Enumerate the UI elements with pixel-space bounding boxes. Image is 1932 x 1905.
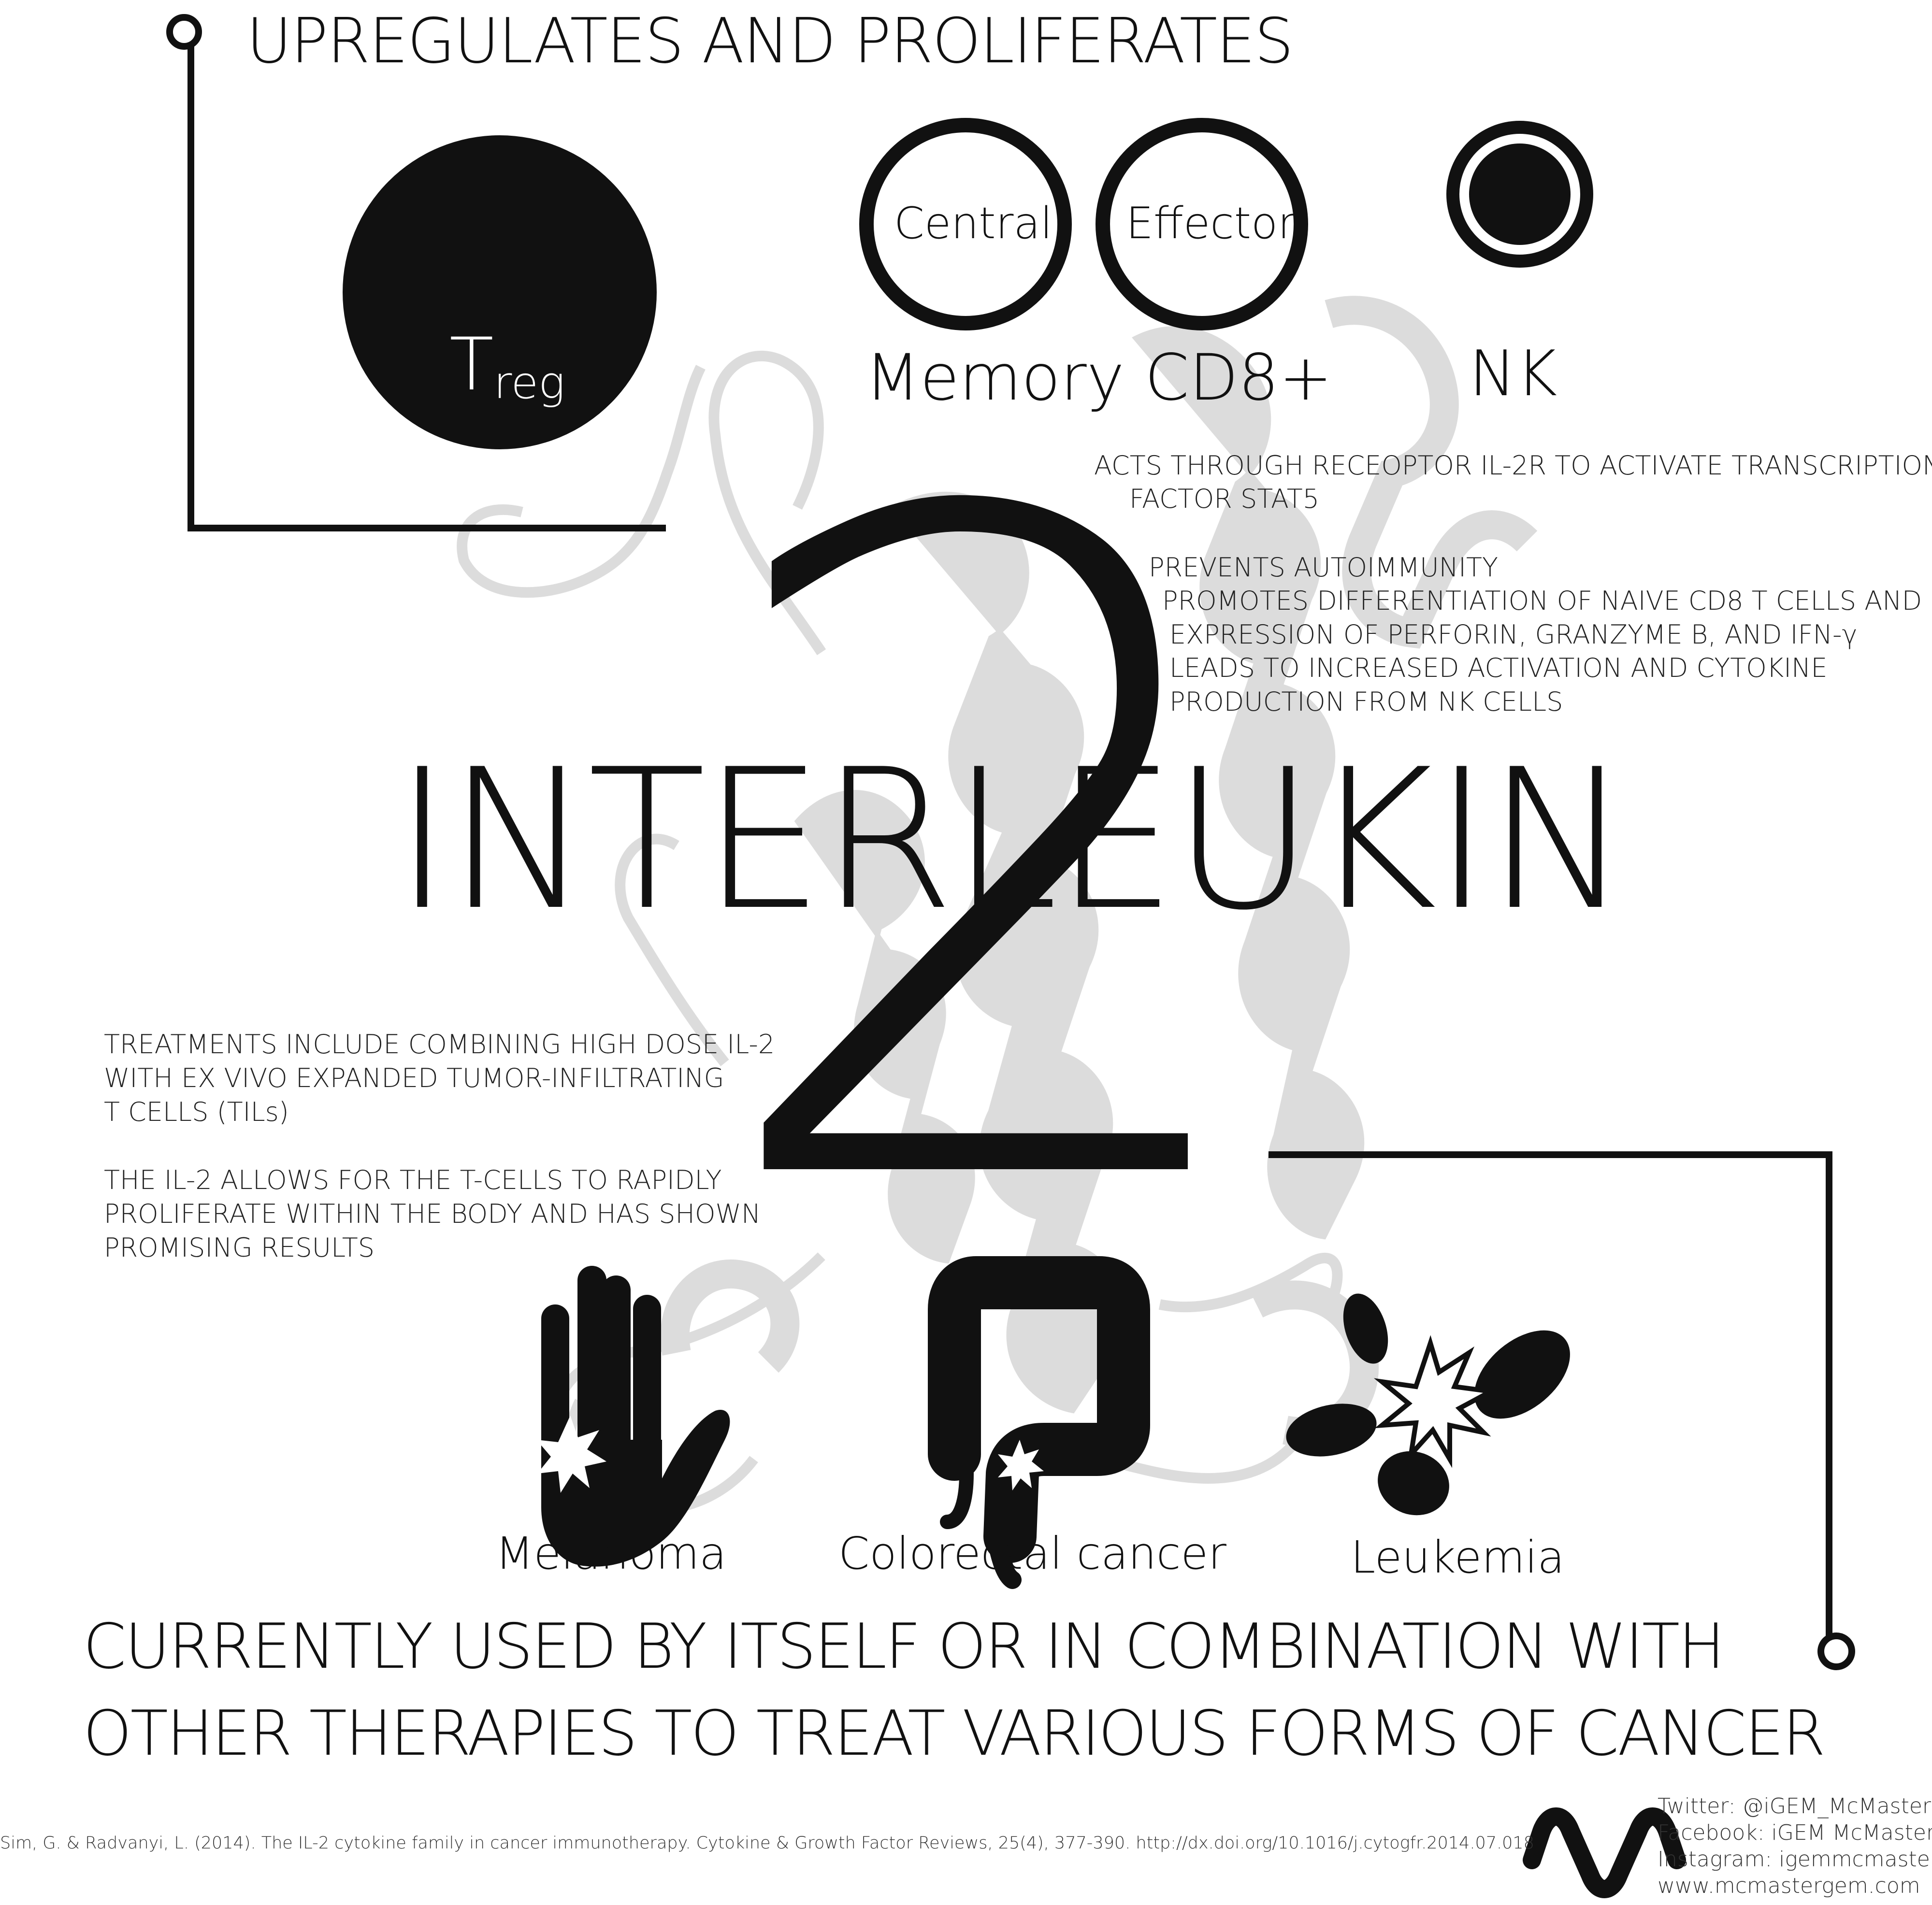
mechanism-line-6: LEADS TO INCREASED ACTIVATION AND CYTOKI… xyxy=(1169,653,1828,683)
headline-bottom-line-1: CURRENTLY USED BY ITSELF OR IN COMBINATI… xyxy=(83,1611,1725,1683)
mechanism-line-3: PREVENTS AUTOIMMUNITY xyxy=(1149,552,1498,583)
treatment-line-2: WITH EX VIVO EXPANDED TUMOR-INFILTRATING xyxy=(104,1063,724,1093)
treatment-line-1: TREATMENTS INCLUDE COMBINING HIGH DOSE I… xyxy=(104,1029,775,1060)
mechanism-line-2: FACTOR STAT5 xyxy=(1129,484,1320,514)
headline-bottom-line-2: OTHER THERAPIES TO TREAT VARIOUS FORMS O… xyxy=(83,1698,1826,1770)
colorectal-label: Colorectal cancer xyxy=(838,1528,1226,1579)
treg-label: Treg xyxy=(449,329,565,405)
headline-top: UPREGULATES AND PROLIFERATES xyxy=(246,5,1294,77)
burst-icon xyxy=(1373,1335,1499,1468)
central-label: Central xyxy=(894,198,1053,249)
citation: Sim, G. & Radvanyi, L. (2014). The IL-2 … xyxy=(0,1833,1534,1853)
treatment-line-6: PROMISING RESULTS xyxy=(104,1232,375,1263)
title-word: INTERLEUKIN xyxy=(394,728,1631,953)
memory-cd8-label: Memory CD8+ xyxy=(865,341,1333,415)
treatment-line-5: PROLIFERATE WITHIN THE BODY AND HAS SHOW… xyxy=(104,1199,761,1229)
nk-cell-core xyxy=(1469,143,1571,245)
contact-facebook: Facebook: iGEM McMaster xyxy=(1658,1820,1932,1845)
contact-twitter: Twitter: @iGEM_McMaster xyxy=(1658,1794,1932,1819)
treatment-line-4: THE IL-2 ALLOWS FOR THE T-CELLS TO RAPID… xyxy=(104,1165,722,1195)
leukemia-label: Leukemia xyxy=(1351,1532,1565,1583)
mechanism-line-1: ACTS THROUGH RECEOPTOR IL-2R TO ACTIVATE… xyxy=(1094,450,1932,481)
blood-cells-icon xyxy=(1286,1293,1570,1516)
mechanism-line-4: PROMOTES DIFFERENTIATION OF NAIVE CD8 T … xyxy=(1162,586,1922,616)
contact-website: www.mcmastergem.com xyxy=(1658,1874,1920,1898)
treg-sub: reg xyxy=(493,357,565,409)
contact-instagram: Instagram: igemmcmaster xyxy=(1658,1847,1932,1872)
logo xyxy=(1523,1807,1686,1898)
treatment-line-3: T CELLS (TILs) xyxy=(104,1097,289,1127)
mechanism-line-5: EXPRESSION OF PERFORIN, GRANZYME B, AND … xyxy=(1169,619,1858,650)
mechanism-line-7: PRODUCTION FROM NK CELLS xyxy=(1169,687,1563,717)
effector-label: Effector xyxy=(1126,198,1296,249)
melanoma-label: Melanoma xyxy=(495,1528,727,1579)
treg-main: T xyxy=(449,323,494,407)
nk-label: NK xyxy=(1469,337,1557,410)
